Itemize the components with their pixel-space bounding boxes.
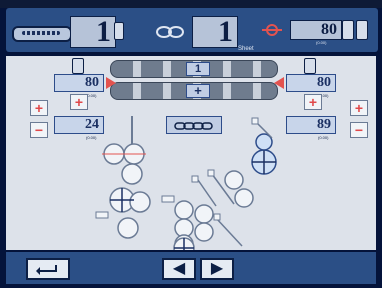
return-icon <box>36 265 57 275</box>
feed-value: 80 <box>321 21 337 38</box>
right-value-field[interactable]: 80 <box>286 74 336 92</box>
counter-b-display: 1 <box>192 16 238 48</box>
roller-diagram <box>95 116 277 250</box>
left-arrow-icon: ◀ <box>172 260 186 277</box>
plus-icon: + <box>194 83 202 98</box>
plus-icon: + <box>354 100 364 116</box>
left-minus-button[interactable]: − <box>30 122 48 138</box>
feed-display: 80 <box>290 20 342 40</box>
right-lower-value: 89 <box>317 117 331 132</box>
right-minus-button[interactable]: − <box>350 122 368 138</box>
return-button[interactable] <box>26 258 70 280</box>
next-button[interactable]: ▶ <box>200 258 234 280</box>
right-upper-plus-button[interactable]: + <box>304 94 322 110</box>
right-arrow-icon: ▶ <box>210 260 224 277</box>
main-panel: 1 + 80 (0.00) + + − 24 (0.00) 80 (0.00) <box>6 56 376 250</box>
menu-dots-icon <box>22 31 60 35</box>
left-value-field[interactable]: 80 <box>54 74 104 92</box>
counter-b-value: 1 <box>218 15 233 48</box>
counter-a-display: 1 <box>70 16 116 48</box>
right-value: 80 <box>317 75 331 90</box>
prev-button[interactable]: ◀ <box>162 258 196 280</box>
link-chain-icon <box>156 26 184 38</box>
right-top-button[interactable] <box>304 58 316 74</box>
right-lower-unit: (0.00) <box>318 135 329 140</box>
right-arrow-icon <box>274 77 284 89</box>
left-top-button[interactable] <box>72 58 84 74</box>
feed-button-a[interactable] <box>342 20 354 40</box>
top-toolbar: 1 1 Sheet 80 (0.00) <box>6 8 378 52</box>
left-plus-button[interactable]: + <box>30 100 48 116</box>
left-arrow-icon <box>106 77 116 89</box>
minus-icon: − <box>354 122 364 138</box>
machine-display: 1 1 Sheet 80 (0.00) 1 + 80 (0.00) + + − … <box>0 0 382 288</box>
counter-a-value: 1 <box>96 15 111 48</box>
top-indicator-value: 1 <box>194 63 202 75</box>
bezel <box>0 0 382 8</box>
bottom-toolbar: ◀ ▶ <box>6 252 376 284</box>
feed-button-b[interactable] <box>356 20 368 40</box>
sheet-label: Sheet <box>238 46 254 52</box>
menu-button[interactable] <box>12 26 72 42</box>
minus-icon: − <box>34 122 44 138</box>
left-upper-plus-button[interactable]: + <box>70 94 88 110</box>
left-value: 80 <box>85 75 99 90</box>
center-plus-button[interactable]: + <box>186 84 210 98</box>
plus-icon: + <box>308 94 318 110</box>
crosshair-icon <box>262 24 282 36</box>
feed-unit: (0.00) <box>316 40 327 45</box>
top-indicator: 1 <box>186 62 210 76</box>
plus-icon: + <box>74 94 84 110</box>
plus-icon: + <box>34 100 44 116</box>
right-plus-button[interactable]: + <box>350 100 368 116</box>
counter-a-button[interactable] <box>114 22 124 40</box>
